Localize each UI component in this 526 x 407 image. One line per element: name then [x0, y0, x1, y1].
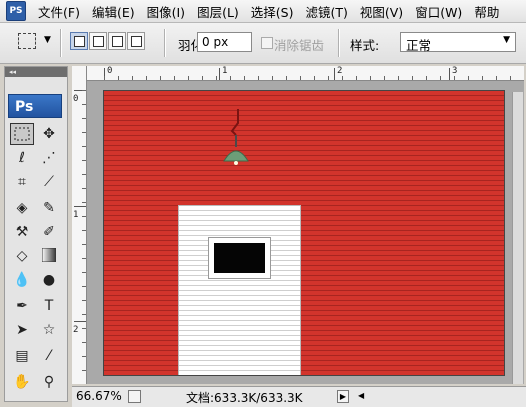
document-window: 0 1 2 3 0 1 2: [72, 66, 524, 384]
toolbox: ◂◂ Ps ✥ ℓ ⋰ ⌗ ⟋ ◈ ✎ ⚒ ✐ ◇ 💧 ● ✒ T ➤ ☆ ▤ …: [4, 66, 68, 402]
zoom-level[interactable]: 66.67%: [76, 389, 122, 403]
ruler-origin[interactable]: [72, 66, 87, 81]
ruler-label: 2: [337, 66, 343, 76]
intersect-selection-button[interactable]: [127, 32, 145, 50]
image-canvas[interactable]: [103, 90, 505, 376]
move-tool-icon[interactable]: ✥: [37, 123, 61, 145]
new-selection-button[interactable]: [70, 32, 88, 50]
door-window: [208, 237, 271, 279]
clone-stamp-tool-icon[interactable]: ⚒: [10, 221, 34, 243]
menu-image[interactable]: 图像(I): [141, 2, 191, 21]
vertical-ruler[interactable]: 0 1 2: [72, 80, 87, 384]
status-info-icon[interactable]: [128, 390, 141, 403]
menu-select[interactable]: 选择(S): [245, 2, 300, 21]
brush-tool-icon[interactable]: ✎: [37, 197, 61, 219]
lasso-tool-icon[interactable]: ℓ: [10, 147, 34, 169]
hand-tool-icon[interactable]: ✋: [10, 371, 34, 393]
eraser-tool-icon[interactable]: ◇: [10, 245, 34, 267]
status-menu-arrow-icon[interactable]: ▶: [337, 390, 349, 403]
ruler-label: 1: [222, 66, 228, 76]
ruler-label: 0: [107, 66, 113, 76]
chevron-down-icon: ▼: [503, 35, 510, 45]
ruler-label: 1: [73, 210, 79, 220]
antialias-checkbox[interactable]: [261, 37, 273, 49]
crop-tool-icon[interactable]: ⌗: [10, 171, 34, 193]
preset-dropdown-arrow-icon[interactable]: ▼: [44, 35, 51, 45]
menu-layer[interactable]: 图层(L): [191, 2, 245, 21]
divider: [60, 29, 62, 57]
notes-tool-icon[interactable]: ▤: [10, 345, 34, 367]
add-to-selection-button[interactable]: [89, 32, 107, 50]
healing-brush-tool-icon[interactable]: ◈: [10, 197, 34, 219]
menu-view[interactable]: 视图(V): [354, 2, 409, 21]
marquee-tool-icon[interactable]: [10, 123, 34, 145]
gradient-tool-icon[interactable]: [37, 245, 61, 267]
menu-edit[interactable]: 编辑(E): [86, 2, 141, 21]
divider: [338, 29, 340, 57]
vertical-scrollbar[interactable]: [512, 92, 523, 384]
antialias-label: 消除锯齿: [274, 38, 325, 53]
status-bar: 66.67% 文档:633.3K/633.3K ▶ ◀: [72, 386, 526, 407]
toolbox-collapse-handle[interactable]: ◂◂: [5, 67, 67, 77]
pen-tool-icon[interactable]: ✒: [10, 295, 34, 317]
menu-bar: PS 文件(F) 编辑(E) 图像(I) 图层(L) 选择(S) 滤镜(T) 视…: [0, 0, 526, 23]
style-label: 样式:: [350, 38, 380, 53]
tool-preset-picker[interactable]: [18, 33, 36, 49]
eyedropper-tool-icon[interactable]: ⁄: [37, 345, 61, 367]
feather-input[interactable]: 0 px: [197, 32, 252, 52]
dodge-tool-icon[interactable]: ●: [37, 269, 61, 291]
document-size: 文档:633.3K/633.3K: [186, 391, 303, 405]
type-tool-icon[interactable]: T: [37, 295, 61, 317]
menu-filter[interactable]: 滤镜(T): [299, 2, 353, 21]
style-value: 正常: [406, 38, 432, 53]
menu-window[interactable]: 窗口(W): [409, 2, 468, 21]
photoshop-app-icon[interactable]: PS: [6, 1, 26, 21]
ruler-label: 2: [73, 325, 79, 335]
options-bar: ▼ 羽化: 0 px 消除锯齿 样式: 正常 ▼: [0, 23, 526, 64]
menu-file[interactable]: 文件(F): [32, 2, 86, 21]
scroll-left-icon[interactable]: ◀: [358, 391, 364, 400]
ruler-label: 0: [73, 94, 79, 104]
divider: [164, 29, 166, 57]
slice-tool-icon[interactable]: ⟋: [37, 171, 61, 193]
ruler-label: 3: [452, 66, 458, 76]
shape-tool-icon[interactable]: ☆: [37, 319, 61, 341]
magic-wand-tool-icon[interactable]: ⋰: [37, 147, 61, 169]
barn-door: [178, 205, 301, 375]
zoom-tool-icon[interactable]: ⚲: [37, 371, 61, 393]
blur-tool-icon[interactable]: 💧: [10, 269, 34, 291]
subtract-from-selection-button[interactable]: [108, 32, 126, 50]
photoshop-logo[interactable]: Ps: [8, 94, 62, 118]
path-selection-tool-icon[interactable]: ➤: [10, 319, 34, 341]
barn-lamp: [214, 109, 254, 172]
horizontal-ruler[interactable]: 0 1 2 3: [72, 66, 524, 81]
history-brush-tool-icon[interactable]: ✐: [37, 221, 61, 243]
menu-help[interactable]: 帮助: [468, 2, 505, 21]
style-select[interactable]: 正常 ▼: [400, 32, 516, 53]
